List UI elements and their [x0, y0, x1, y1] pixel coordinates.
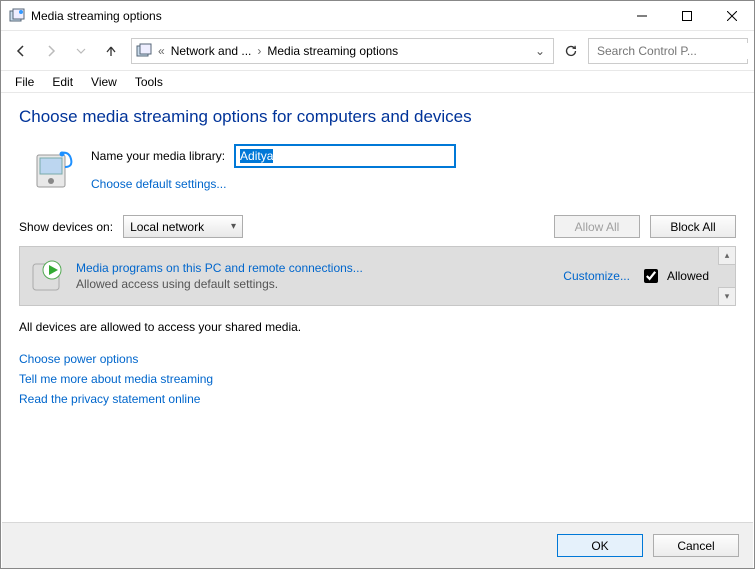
media-library-icon	[31, 147, 77, 193]
devices-toolbar: Show devices on: Local network Allow All…	[19, 215, 736, 238]
scroll-down-button[interactable]: ▾	[718, 287, 735, 305]
status-text: All devices are allowed to access your s…	[19, 320, 736, 334]
cancel-button[interactable]: Cancel	[653, 534, 739, 557]
maximize-button[interactable]	[664, 1, 709, 31]
search-box[interactable]	[588, 38, 748, 64]
scroll-up-button[interactable]: ▴	[718, 247, 735, 265]
nav-bar: « Network and ... › Media streaming opti…	[1, 31, 754, 71]
allowed-checkbox-group[interactable]: Allowed	[640, 266, 709, 286]
close-button[interactable]	[709, 1, 754, 31]
show-devices-value: Local network	[130, 220, 204, 234]
library-name-label: Name your media library:	[91, 149, 225, 163]
show-devices-select[interactable]: Local network	[123, 215, 243, 238]
device-list: Media programs on this PC and remote con…	[19, 246, 736, 306]
app-icon	[9, 8, 25, 24]
breadcrumb-icon	[136, 43, 152, 59]
chevron-right-icon: ›	[255, 44, 263, 58]
device-row[interactable]: Media programs on this PC and remote con…	[20, 247, 717, 305]
device-title: Media programs on this PC and remote con…	[76, 261, 363, 275]
search-input[interactable]	[595, 43, 754, 59]
menu-tools[interactable]: Tools	[127, 73, 171, 91]
device-play-icon	[30, 258, 66, 294]
choose-defaults-link[interactable]: Choose default settings...	[91, 177, 455, 191]
allow-all-button[interactable]: Allow All	[554, 215, 640, 238]
library-section: Name your media library: Choose default …	[19, 145, 736, 193]
page-title: Choose media streaming options for compu…	[19, 107, 736, 127]
breadcrumb-seg-network[interactable]: Network and ...	[167, 44, 256, 58]
power-options-link[interactable]: Choose power options	[19, 352, 736, 366]
footer: OK Cancel	[2, 522, 753, 568]
menu-view[interactable]: View	[83, 73, 125, 91]
allowed-label: Allowed	[667, 269, 709, 283]
title-bar: Media streaming options	[1, 1, 754, 31]
device-subtitle: Allowed access using default settings.	[76, 277, 363, 291]
minimize-button[interactable]	[619, 1, 664, 31]
nav-back-button[interactable]	[7, 37, 35, 65]
privacy-link[interactable]: Read the privacy statement online	[19, 392, 736, 406]
breadcrumb-seg-media[interactable]: Media streaming options	[263, 44, 402, 58]
menu-edit[interactable]: Edit	[44, 73, 81, 91]
nav-forward-button[interactable]	[37, 37, 65, 65]
allowed-checkbox[interactable]	[644, 269, 658, 283]
menu-bar: File Edit View Tools	[1, 71, 754, 93]
ok-button[interactable]: OK	[557, 534, 643, 557]
nav-up-button[interactable]	[97, 37, 125, 65]
chevron-left-icon: «	[156, 44, 167, 58]
content-area: Choose media streaming options for compu…	[1, 93, 754, 406]
window-controls	[619, 1, 754, 31]
block-all-button[interactable]: Block All	[650, 215, 736, 238]
show-devices-label: Show devices on:	[19, 220, 113, 234]
window-title: Media streaming options	[31, 9, 162, 23]
breadcrumb-dropdown[interactable]: ⌄	[533, 44, 547, 58]
menu-file[interactable]: File	[7, 73, 42, 91]
help-links: Choose power options Tell me more about …	[19, 352, 736, 406]
refresh-button[interactable]	[560, 40, 582, 62]
recent-locations-button[interactable]	[67, 37, 95, 65]
customize-link[interactable]: Customize...	[563, 269, 630, 283]
library-name-input[interactable]	[235, 145, 455, 167]
learn-more-link[interactable]: Tell me more about media streaming	[19, 372, 736, 386]
breadcrumb[interactable]: « Network and ... › Media streaming opti…	[131, 38, 554, 64]
